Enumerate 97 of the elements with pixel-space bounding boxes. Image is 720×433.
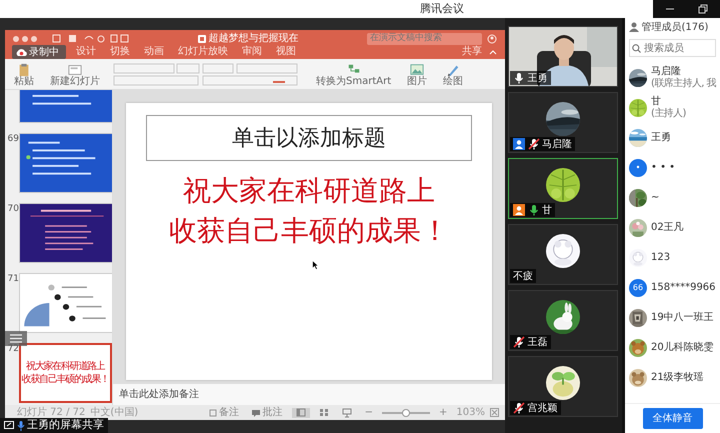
slide-number: 70 — [8, 203, 18, 216]
zoom-level: 103% — [456, 406, 485, 420]
avatar-badge: 66 — [629, 278, 647, 296]
member-item[interactable]: 02王凡 — [625, 212, 720, 242]
comment-icon — [252, 408, 260, 416]
ribbon-button[interactable]: 图片 — [404, 63, 430, 87]
language-label: 中文(中国) — [90, 406, 138, 418]
list-icon[interactable] — [10, 334, 22, 343]
ribbon-tab[interactable]: 切换 — [103, 45, 137, 58]
ribbon-tab[interactable]: 视图 — [269, 45, 303, 58]
window-buttons-icon[interactable] — [13, 34, 39, 42]
participant-name: 王勇 — [528, 72, 548, 86]
slideshow-view-icon — [342, 408, 352, 418]
member-item[interactable]: 66 158****9966 — [625, 272, 720, 302]
participant-name: 宫兆颖 — [528, 402, 558, 416]
document-title: 超越梦想与把握现在 — [208, 32, 298, 46]
document-icon — [198, 34, 206, 42]
mute-all-button[interactable]: 全体静音 — [642, 408, 702, 429]
slide-thumbnail[interactable] — [18, 203, 112, 263]
clipboard-icon — [17, 63, 31, 77]
member-item[interactable]: 马启隆 (联席主持人, 我 — [625, 62, 720, 92]
ribbon-button[interactable]: 粘贴 — [11, 63, 37, 87]
member-name: 20儿科陈晓雯 — [651, 342, 714, 354]
member-item[interactable]: 甘 (主持人) — [625, 92, 720, 122]
ribbon-button[interactable]: 新建幻灯片 — [47, 63, 103, 87]
ribbon-tab[interactable]: 审阅 — [235, 45, 269, 58]
microphone-icon — [16, 420, 24, 430]
member-name: 马启隆 — [651, 66, 682, 78]
member-item[interactable]: 123 — [625, 242, 720, 272]
pen-icon — [446, 63, 460, 77]
member-item[interactable]: 19中八一班王 — [625, 302, 720, 332]
participant-name: 马启隆 — [542, 138, 572, 152]
member-item[interactable]: 王勇 — [625, 122, 720, 152]
notes-button[interactable]: 备注 — [204, 406, 244, 419]
account-icon[interactable] — [487, 34, 497, 44]
app-title: 腾讯会议 — [420, 0, 464, 17]
member-name: 王勇 — [651, 132, 671, 144]
search-field[interactable]: 在演示文稿中搜索 — [367, 32, 482, 44]
slide-thumbnail[interactable]: 祝大家在科研道路上 收获自己丰硕的成果！ — [18, 343, 112, 403]
member-search-field[interactable]: 搜索成员 — [629, 39, 716, 57]
members-title: 管理成员(176) — [642, 20, 708, 34]
zoom-in-button[interactable]: + — [435, 406, 452, 419]
member-role: (联席主持人, 我 — [651, 78, 716, 90]
thumbnail-text: 收获自己丰硕的成果！ — [22, 373, 109, 386]
zoom-slider-thumb[interactable] — [402, 408, 410, 416]
member-item[interactable]: 21级李牧瑶 — [625, 362, 720, 392]
ribbon-tab[interactable]: 幻灯片放映 — [171, 45, 235, 58]
restore-icon[interactable] — [698, 4, 708, 14]
slide-text: 收获自己丰硕的成果！ — [169, 213, 449, 249]
participant-name: 不疲 — [513, 270, 533, 284]
member-name: 02王凡 — [651, 222, 684, 234]
screen-share-icon — [4, 421, 14, 430]
slide-icon — [68, 63, 82, 77]
cloud-record-icon — [14, 48, 26, 56]
share-label: 王勇的屏幕共享 — [27, 417, 104, 433]
member-name: 21级李牧瑶 — [651, 372, 704, 384]
normal-view-icon — [296, 408, 306, 418]
ribbon-tab[interactable]: 动画 — [137, 45, 171, 58]
participant-name: 王磊 — [528, 336, 548, 350]
image-icon — [410, 63, 424, 77]
member-item[interactable]: 20儿科陈晓雯 — [625, 332, 720, 362]
slide-count: 幻灯片 72 / 72 — [17, 406, 86, 419]
collapse-icon[interactable] — [489, 48, 497, 54]
notes-placeholder[interactable]: 单击此处添加备注 — [119, 389, 199, 400]
member-name: • • • — [651, 162, 676, 174]
recording-label: 录制中 — [29, 46, 59, 60]
ribbon-button[interactable]: 转换为SmartArt — [313, 63, 394, 87]
slide-number: 71 — [8, 273, 18, 286]
member-name: 123 — [651, 252, 670, 264]
notes-icon — [208, 408, 217, 416]
member-name: 19中八一班王 — [651, 312, 714, 324]
ribbon-button[interactable]: 绘图 — [440, 63, 466, 87]
member-item[interactable]: ~ — [625, 182, 720, 212]
member-name: 甘 — [651, 96, 662, 108]
person-icon — [629, 22, 639, 32]
cursor-icon — [312, 260, 319, 270]
slide-number: 69 — [8, 133, 18, 146]
slide-thumbnail[interactable] — [18, 273, 112, 333]
member-name: 158****9966 — [651, 282, 716, 294]
fit-to-window-icon[interactable] — [490, 408, 499, 417]
avatar-icon — [629, 158, 647, 176]
slide-number: 72 — [8, 343, 18, 356]
slide-text: 祝大家在科研道路上 — [183, 173, 435, 209]
member-name: ~ — [651, 192, 660, 204]
member-role: (主持人) — [651, 108, 686, 120]
grid-view-icon — [318, 408, 329, 418]
title-placeholder[interactable]: 单击以添加标题 — [146, 115, 472, 161]
view-button[interactable] — [292, 408, 310, 418]
participant-name: 甘 — [542, 204, 552, 218]
zoom-out-button[interactable]: − — [360, 406, 378, 419]
ribbon-tab[interactable]: 设计 — [69, 45, 103, 58]
search-icon — [632, 44, 641, 53]
share-button[interactable]: 共享 — [455, 45, 489, 58]
thumbnail-text: 祝大家在科研道路上 — [26, 360, 104, 373]
slide-thumbnail[interactable] — [18, 133, 112, 193]
comments-button[interactable]: 批注 — [248, 406, 287, 419]
member-item[interactable]: • • • — [625, 152, 720, 182]
